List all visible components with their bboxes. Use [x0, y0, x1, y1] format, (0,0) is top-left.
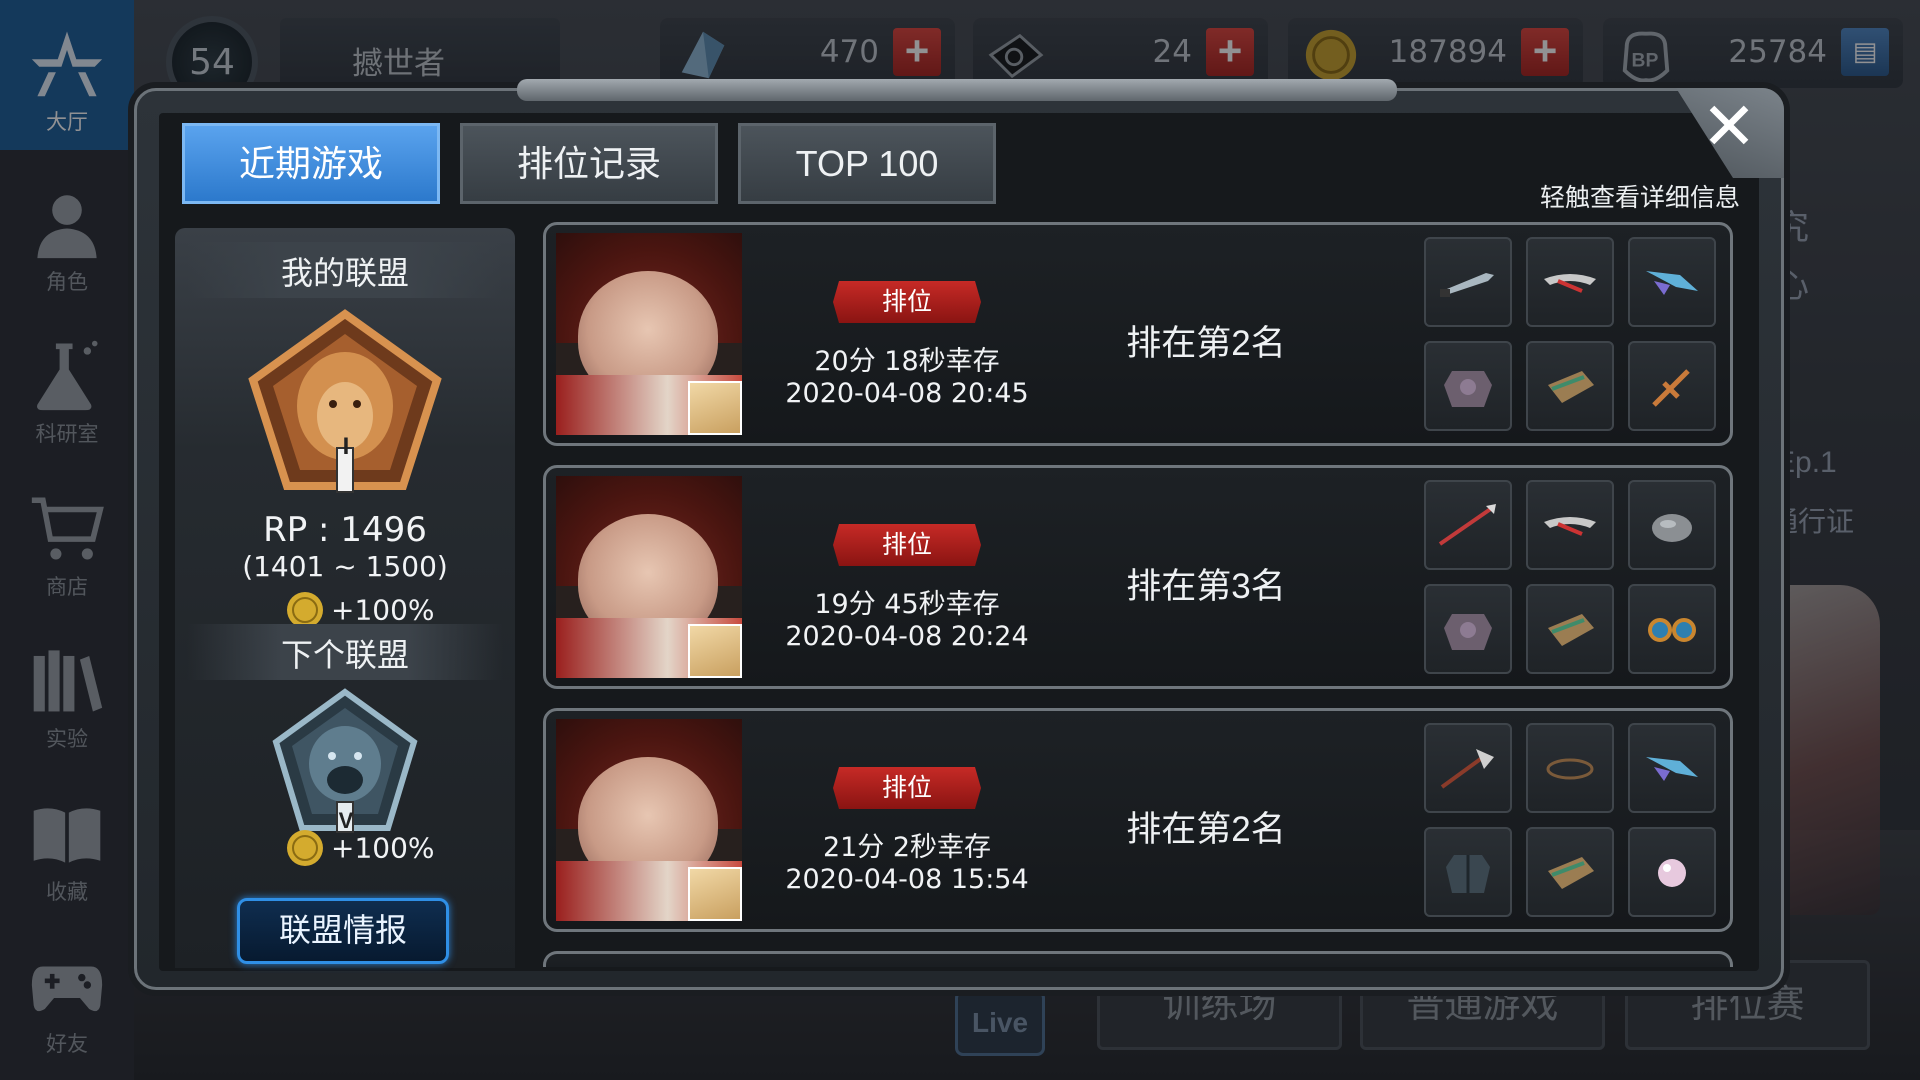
survival-time: 19分 45秒幸存 [814, 589, 1000, 620]
gauntlet-icon [1548, 371, 1594, 403]
item-slot [1628, 341, 1716, 431]
rp-value: RP : 1496 [263, 510, 427, 550]
item-slot [1526, 237, 1614, 327]
character-portrait [556, 233, 742, 435]
equipment-grid [1424, 723, 1724, 923]
character-portrait [556, 719, 742, 921]
item-slot [1526, 584, 1614, 674]
recent-match-list: 排位 20分 18秒幸存 2020-04-08 20:45 排在第2名 排位 1… [543, 222, 1739, 967]
survival-time: 20分 18秒幸存 [814, 346, 1000, 377]
character-portrait [556, 476, 742, 678]
match-row[interactable]: 排位 20分 18秒幸存 2020-04-08 20:45 排在第2名 [543, 222, 1733, 446]
match-datetime: 2020-04-08 20:45 [785, 378, 1029, 409]
current-bonus-value: +100% [331, 593, 435, 627]
rp-range: (1401 ~ 1500) [242, 550, 448, 583]
modal-top-rail [517, 79, 1397, 101]
next-league-title: 下个联盟 [280, 637, 409, 673]
match-datetime: 2020-04-08 15:54 [785, 864, 1029, 895]
equipment-grid [1424, 480, 1724, 680]
match-row-partial[interactable] [543, 951, 1733, 967]
item-slot [1424, 827, 1512, 917]
chest-armor-icon [1446, 855, 1490, 893]
match-placement: 排在第2名 [1126, 810, 1286, 849]
item-slot [1424, 480, 1512, 570]
league-info-button[interactable]: 联盟情报 [237, 898, 449, 964]
red-spear-icon [1438, 504, 1496, 546]
item-slot [1628, 827, 1716, 917]
item-slot [1526, 480, 1614, 570]
crossbow-icon [1544, 274, 1596, 293]
character-class-badge [688, 867, 742, 921]
item-slot [1424, 723, 1512, 813]
tap-detail-hint: 轻触查看详细信息 [1539, 184, 1740, 212]
match-placement: 排在第3名 [1126, 567, 1286, 606]
current-tier-numeral: I [342, 433, 350, 460]
item-slot [1424, 341, 1512, 431]
helmet-icon [1652, 514, 1692, 542]
item-slot [1628, 237, 1716, 327]
item-slot [1628, 480, 1716, 570]
item-slot [1628, 723, 1716, 813]
match-row[interactable]: 排位 19分 45秒幸存 2020-04-08 20:24 排在第3名 [543, 465, 1733, 689]
pearl-icon [1658, 859, 1686, 887]
tab-ranked-record[interactable]: 排位记录 [460, 123, 718, 204]
close-button[interactable]: ✕ [1695, 94, 1763, 163]
item-slot [1424, 584, 1512, 674]
cross-icon [1652, 369, 1690, 407]
item-slot [1526, 723, 1614, 813]
lion-league-emblem-icon [248, 309, 442, 493]
item-slot [1526, 827, 1614, 917]
gold-coin-icon [287, 830, 323, 866]
tab-top-100[interactable]: TOP 100 [738, 123, 996, 204]
match-row[interactable]: 排位 21分 2秒幸存 2020-04-08 15:54 排在第2名 [543, 708, 1733, 932]
my-league-title: 我的联盟 [280, 255, 409, 291]
character-class-badge [688, 624, 742, 678]
survival-time: 21分 2秒幸存 [822, 832, 992, 863]
next-bonus-value: +100% [331, 831, 435, 865]
blue-blade-icon [1646, 757, 1698, 781]
axe-icon [1440, 749, 1494, 789]
gauntlet-icon [1548, 857, 1594, 889]
equipment-grid [1424, 237, 1724, 437]
item-slot [1526, 341, 1614, 431]
gauntlet-icon [1548, 614, 1594, 646]
league-panel: 我的联盟 I RP : 1496 (1401 ~ 1500) +100% 下个联… [175, 228, 515, 968]
blue-blade-icon [1646, 271, 1698, 295]
next-league-bonus: +100% [285, 828, 435, 872]
match-placement: 排在第2名 [1126, 324, 1286, 363]
armor-icon [1444, 614, 1492, 650]
match-mode-badge: 排位 [833, 767, 981, 809]
dagger-icon [1440, 273, 1494, 297]
armor-icon [1444, 371, 1492, 407]
character-class-badge [688, 381, 742, 435]
goggles-icon [1648, 618, 1696, 642]
bracelet-icon [1546, 758, 1594, 780]
tab-recent-games-visible[interactable]: 近期游戏 [182, 123, 440, 204]
match-mode-badge: 排位 [833, 281, 981, 323]
match-datetime: 2020-04-08 20:24 [785, 621, 1029, 652]
item-slot [1424, 237, 1512, 327]
item-slot [1628, 584, 1716, 674]
crossbow-icon [1544, 517, 1596, 536]
match-mode-badge: 排位 [833, 524, 981, 566]
